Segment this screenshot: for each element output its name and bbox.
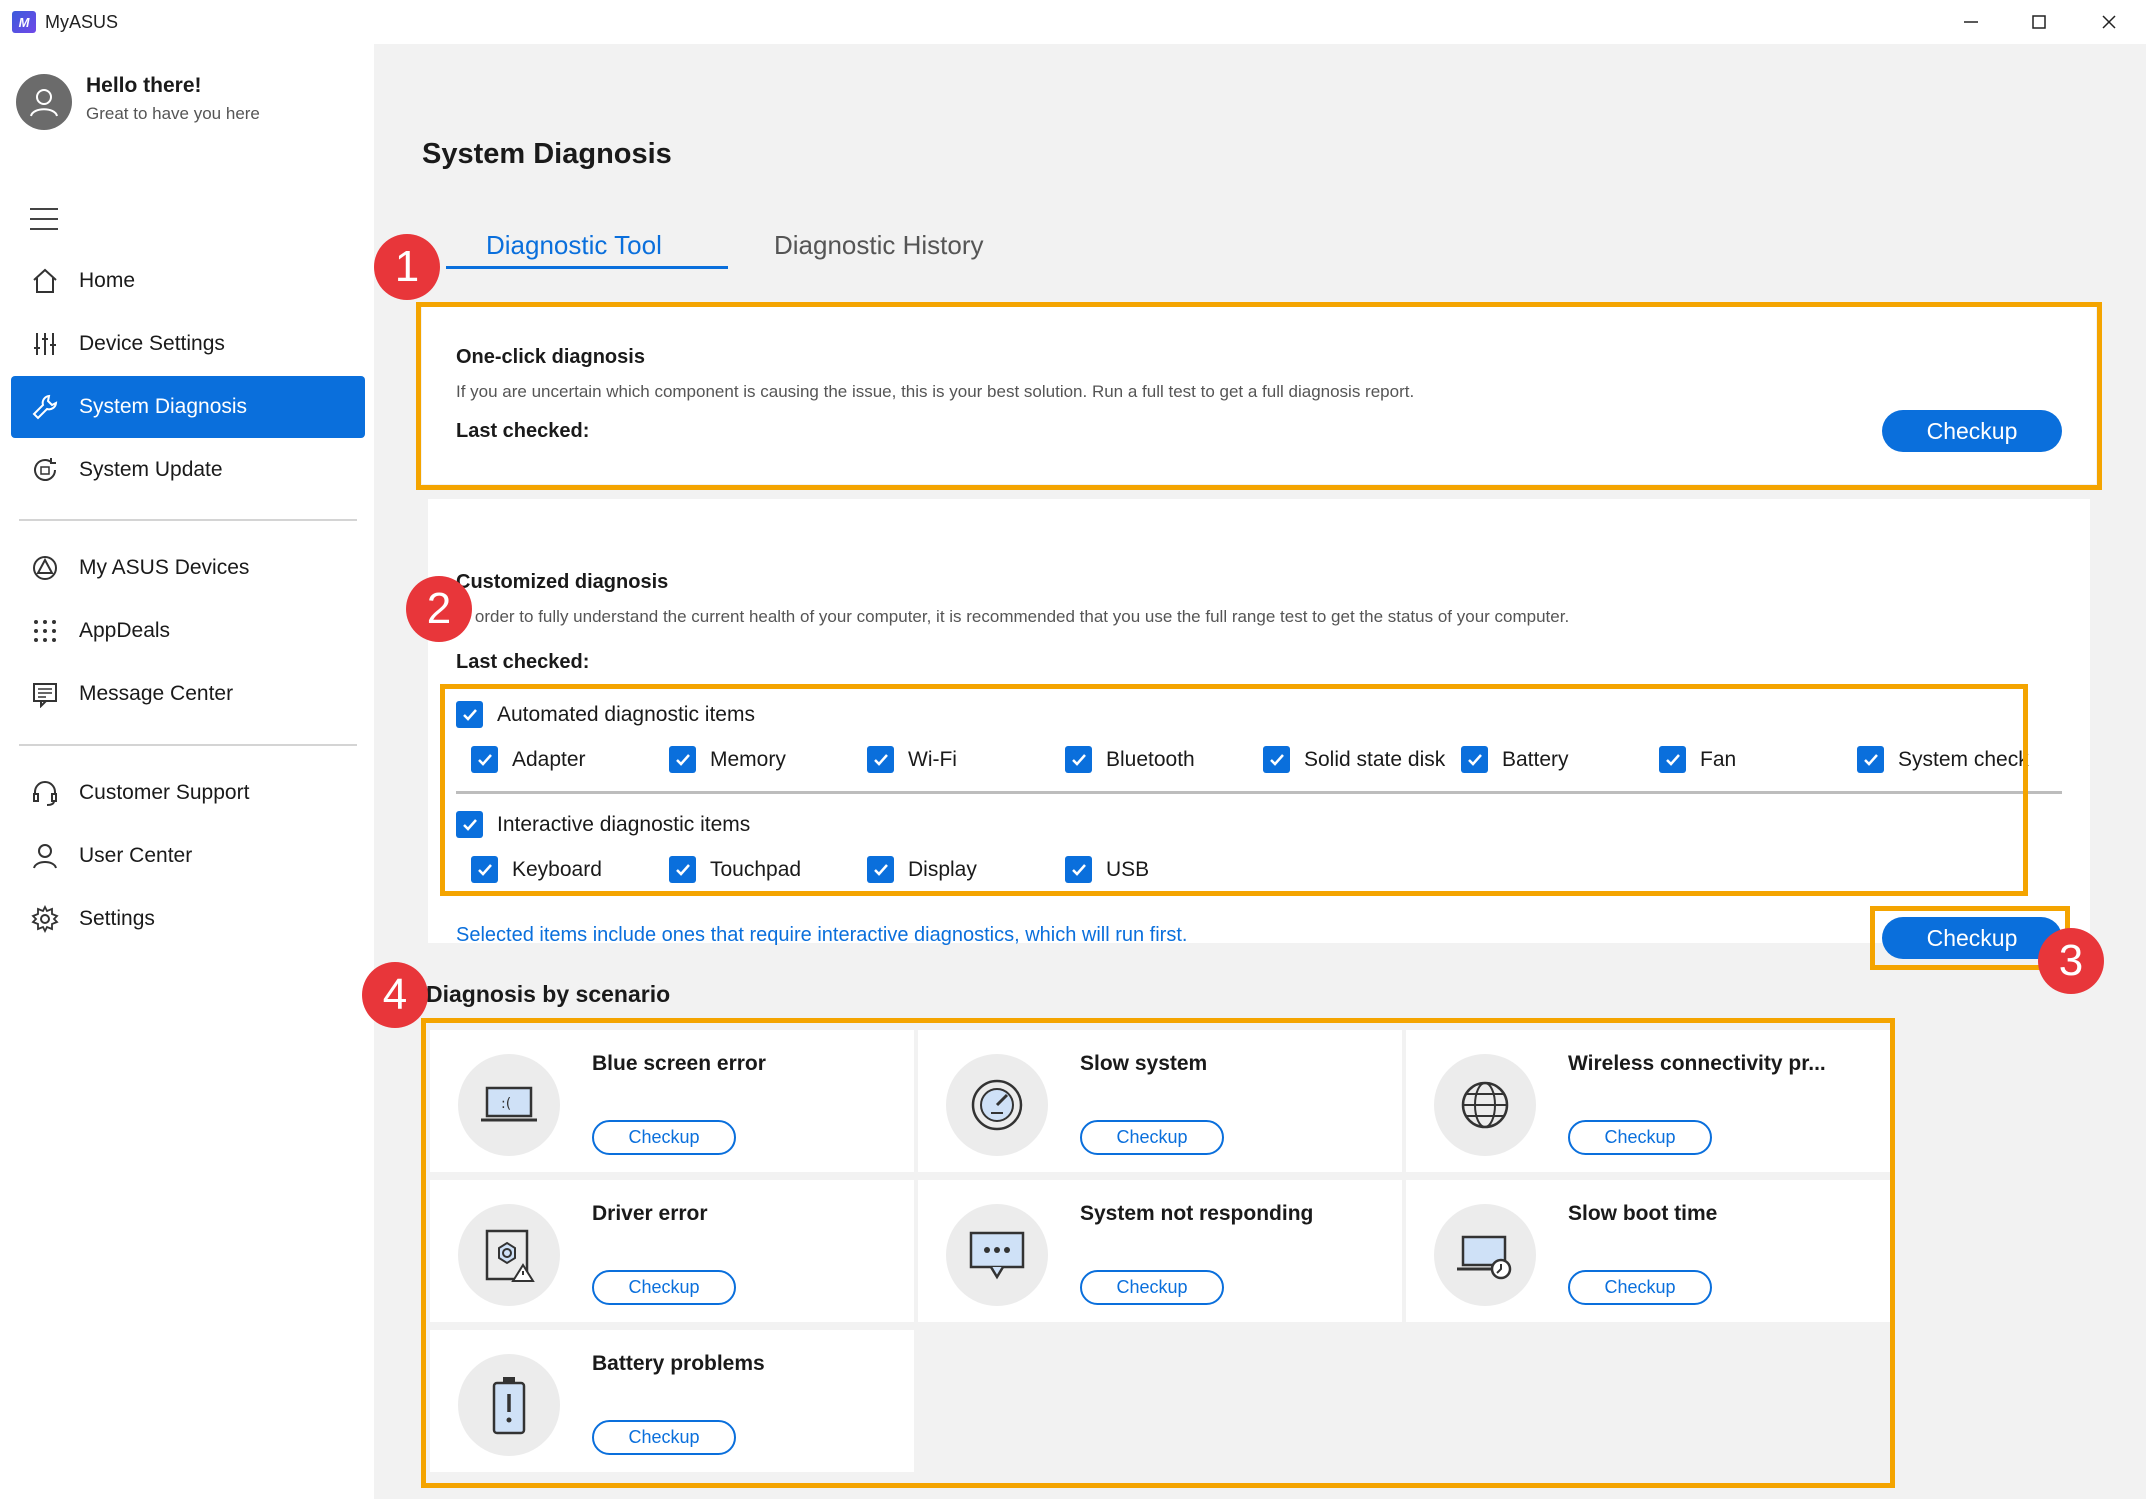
sidebar-item-label: AppDeals xyxy=(79,619,171,642)
annotation-badge-4: 4 xyxy=(362,962,428,1028)
home-icon xyxy=(27,263,63,299)
update-icon xyxy=(27,452,63,488)
window-title: MyASUS xyxy=(45,12,119,32)
annotation-badge-1: 1 xyxy=(374,234,440,300)
tab-diagnostic-history[interactable]: Diagnostic History xyxy=(774,230,984,261)
scenario-section-title: Diagnosis by scenario xyxy=(426,981,671,1007)
sidebar-item-label: User Center xyxy=(79,844,193,867)
sidebar-divider xyxy=(19,744,357,746)
sidebar-item-customer-support[interactable]: Customer Support xyxy=(11,762,365,824)
sidebar-item-my-asus-devices[interactable]: My ASUS Devices xyxy=(11,537,365,599)
sidebar-item-device-settings[interactable]: Device Settings xyxy=(11,313,365,375)
main-content: System Diagnosis Diagnostic Tool Diagnos… xyxy=(362,44,2146,1499)
devices-icon xyxy=(27,550,63,586)
grid-dots-icon xyxy=(27,613,63,649)
highlight-box-4 xyxy=(421,1018,1895,1488)
sidebar-item-home[interactable]: Home xyxy=(11,250,365,312)
close-button[interactable] xyxy=(2074,0,2144,44)
gear-icon xyxy=(27,901,63,937)
tab-active-indicator xyxy=(446,266,728,269)
sidebar-item-label: Device Settings xyxy=(79,332,225,355)
sidebar-item-label: Home xyxy=(79,269,136,292)
avatar[interactable] xyxy=(16,74,72,130)
sidebar-item-label: Settings xyxy=(79,907,155,930)
interactive-info-text: Selected items include ones that require… xyxy=(456,924,1188,946)
customized-description: In order to fully understand the current… xyxy=(456,607,1570,626)
sidebar-item-user-center[interactable]: User Center xyxy=(11,825,365,887)
title-bar: M MyASUS xyxy=(0,0,2146,44)
annotation-badge-2: 2 xyxy=(406,576,472,642)
minimize-icon xyxy=(1964,21,1978,23)
sliders-icon xyxy=(27,326,63,362)
user-icon xyxy=(27,838,63,874)
annotation-badge-3: 3 xyxy=(2038,928,2104,994)
sidebar-item-label: System Diagnosis xyxy=(79,395,248,418)
customized-title: Customized diagnosis xyxy=(456,571,669,593)
sidebar: Hello there! Great to have you here Home… xyxy=(0,44,374,1499)
myasus-logo-icon: M xyxy=(12,11,36,33)
sidebar-item-label: Message Center xyxy=(79,682,234,705)
maximize-button[interactable] xyxy=(2004,0,2074,44)
customized-last-checked: Last checked: xyxy=(456,651,590,673)
maximize-icon xyxy=(2032,15,2046,29)
greeting: Hello there! xyxy=(86,74,202,97)
sidebar-item-label: Customer Support xyxy=(79,781,250,804)
tab-diagnostic-tool[interactable]: Diagnostic Tool xyxy=(486,230,662,261)
sidebar-item-label: System Update xyxy=(79,458,223,481)
highlight-box-2 xyxy=(440,684,2028,896)
message-icon xyxy=(27,676,63,712)
sidebar-item-message-center[interactable]: Message Center xyxy=(11,663,365,725)
sidebar-divider xyxy=(19,519,357,521)
headset-icon xyxy=(27,775,63,811)
minimize-button[interactable] xyxy=(1936,0,2006,44)
sidebar-item-system-diagnosis[interactable]: System Diagnosis xyxy=(11,376,365,438)
highlight-box-1 xyxy=(416,302,2102,490)
sidebar-item-system-update[interactable]: System Update xyxy=(11,439,365,501)
sidebar-item-label: My ASUS Devices xyxy=(79,556,250,579)
close-icon xyxy=(2102,15,2116,29)
menu-icon[interactable] xyxy=(30,208,58,230)
page-title: System Diagnosis xyxy=(422,138,672,170)
sidebar-item-appdeals[interactable]: AppDeals xyxy=(11,600,365,662)
user-avatar-icon xyxy=(30,89,58,117)
sidebar-item-settings[interactable]: Settings xyxy=(11,888,365,950)
wrench-icon xyxy=(27,389,63,425)
greeting-subtitle: Great to have you here xyxy=(86,104,260,123)
